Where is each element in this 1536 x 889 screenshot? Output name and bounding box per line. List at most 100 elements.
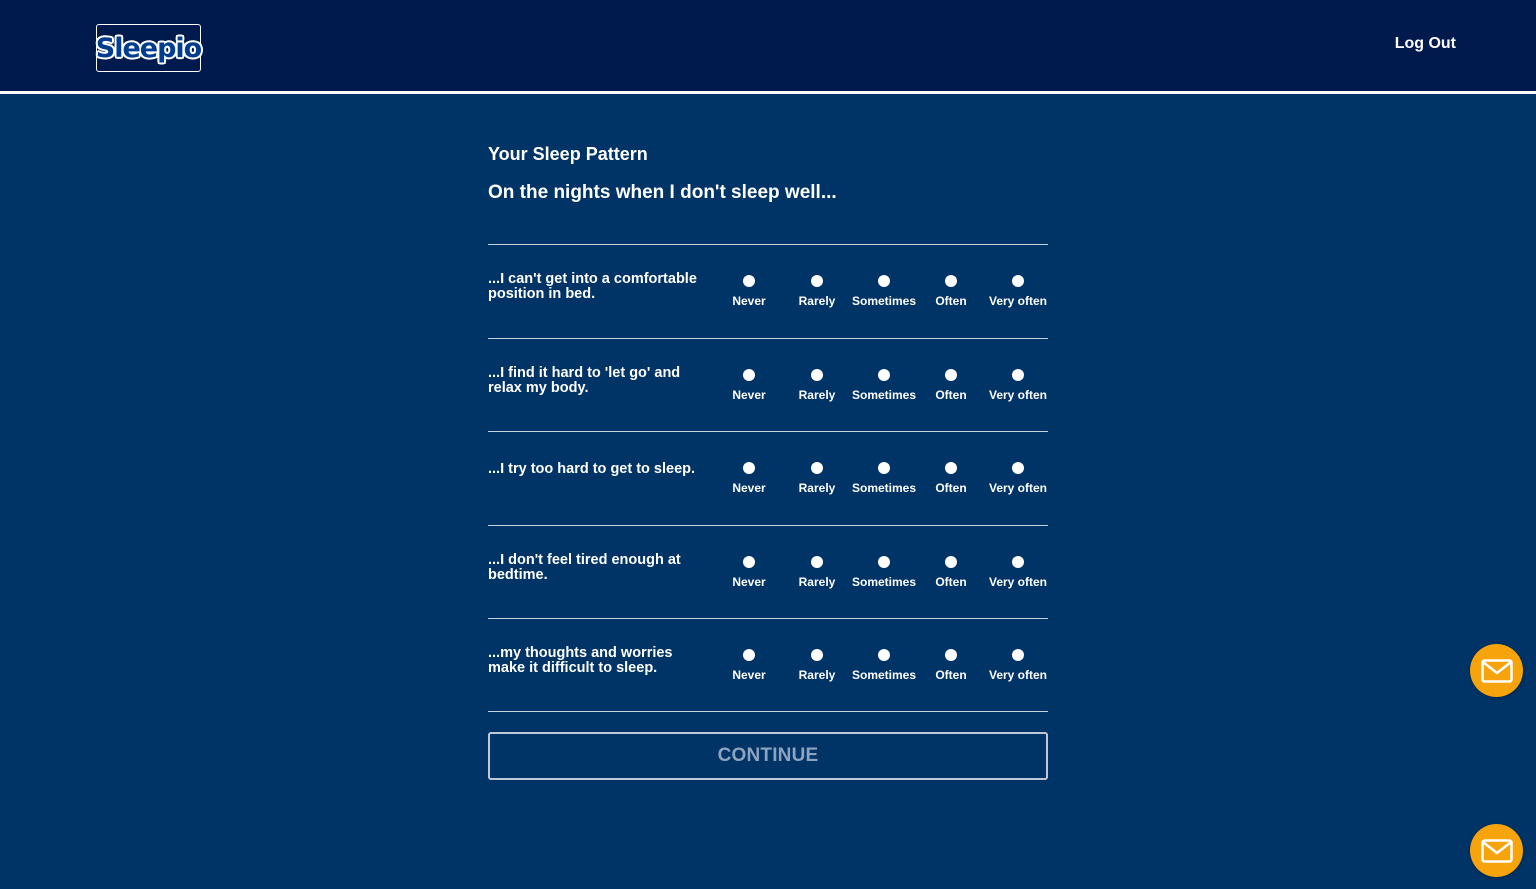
- radio-button[interactable]: [878, 649, 890, 661]
- option-often[interactable]: Often: [914, 275, 988, 315]
- envelope-icon: [1480, 838, 1513, 863]
- option-label: Sometimes: [851, 574, 917, 589]
- option-never[interactable]: Never: [712, 275, 786, 315]
- option-label: Sometimes: [851, 481, 917, 495]
- radio-button[interactable]: [1012, 555, 1024, 568]
- continue-button[interactable]: CONTINUE: [488, 732, 1048, 780]
- option-very-often[interactable]: Very often: [981, 649, 1055, 689]
- option-label: Never: [732, 387, 766, 402]
- question-intro: On the nights when I don't sleep well...: [488, 182, 837, 203]
- question-statement: ...I find it hard to 'let go' and relax …: [488, 364, 681, 396]
- message-button[interactable]: [1470, 644, 1523, 697]
- option-label: Very often: [988, 481, 1048, 495]
- option-label: Very often: [988, 668, 1048, 682]
- radio-button[interactable]: [1012, 368, 1024, 381]
- radio-button[interactable]: [945, 462, 957, 474]
- option-rarely[interactable]: Rarely: [780, 649, 854, 689]
- radio-button[interactable]: [945, 555, 957, 568]
- radio-button[interactable]: [878, 555, 890, 568]
- message-button-secondary[interactable]: [1470, 824, 1523, 877]
- radio-button[interactable]: [743, 275, 755, 287]
- option-very-often[interactable]: Very often: [981, 368, 1055, 409]
- option-label: Often: [935, 668, 967, 682]
- radio-button[interactable]: [1012, 649, 1024, 661]
- radio-button[interactable]: [811, 275, 823, 287]
- question-statement: ...I don't feel tired enough at bedtime.: [488, 551, 681, 583]
- radio-button[interactable]: [811, 462, 823, 474]
- option-label: Never: [732, 668, 766, 682]
- option-label: Never: [732, 481, 766, 495]
- radio-button[interactable]: [811, 368, 823, 381]
- top-header: Sleepio Log Out: [0, 0, 1536, 91]
- radio-button[interactable]: [811, 555, 823, 568]
- radio-button[interactable]: [1012, 275, 1024, 287]
- option-label: Rarely: [798, 294, 836, 308]
- option-often[interactable]: Often: [914, 555, 988, 596]
- answer-options: Never Rarely Sometimes Often Very often: [712, 368, 1055, 409]
- question-row: ...I can't get into a comfortable positi…: [488, 244, 1048, 338]
- option-sometimes[interactable]: Sometimes: [847, 275, 921, 315]
- answer-options: Never Rarely Sometimes Often Very often: [712, 649, 1052, 689]
- radio-button[interactable]: [878, 368, 890, 381]
- option-label: Often: [935, 574, 967, 589]
- option-never[interactable]: Never: [712, 555, 786, 596]
- radio-button[interactable]: [811, 649, 823, 661]
- option-label: Sometimes: [851, 387, 917, 402]
- option-label: Sometimes: [851, 668, 917, 682]
- radio-button[interactable]: [945, 275, 957, 287]
- option-label: Often: [935, 481, 967, 495]
- option-label: Never: [732, 574, 766, 589]
- radio-button[interactable]: [1012, 462, 1024, 474]
- option-label: Rarely: [798, 668, 836, 682]
- answer-options: Never Rarely Sometimes Often Very often: [712, 462, 1052, 502]
- question-row: ...I don't feel tired enough at bedtime.…: [488, 524, 1048, 619]
- option-very-often[interactable]: Very often: [981, 555, 1055, 596]
- radio-button[interactable]: [945, 368, 957, 381]
- option-often[interactable]: Often: [914, 462, 988, 502]
- question-row: ...I try too hard to get to sleep. Never…: [488, 431, 1048, 525]
- option-label: Very often: [988, 574, 1048, 589]
- option-label: Often: [935, 387, 967, 402]
- option-label: Very often: [988, 387, 1048, 402]
- option-sometimes[interactable]: Sometimes: [847, 649, 921, 689]
- option-rarely[interactable]: Rarely: [780, 462, 854, 502]
- option-sometimes[interactable]: Sometimes: [847, 462, 921, 502]
- radio-button[interactable]: [743, 462, 755, 474]
- option-sometimes[interactable]: Sometimes: [847, 555, 921, 596]
- option-never[interactable]: Never: [712, 462, 786, 502]
- radio-button[interactable]: [743, 649, 755, 661]
- option-often[interactable]: Often: [914, 649, 988, 689]
- envelope-icon: [1480, 658, 1513, 683]
- radio-button[interactable]: [743, 555, 755, 568]
- option-rarely[interactable]: Rarely: [780, 368, 854, 409]
- option-label: Sometimes: [851, 294, 917, 308]
- header-divider: [0, 91, 1536, 94]
- radio-button[interactable]: [878, 462, 890, 474]
- option-rarely[interactable]: Rarely: [780, 275, 854, 315]
- question-statement: ...I try too hard to get to sleep.: [488, 461, 696, 477]
- radio-button[interactable]: [743, 368, 755, 381]
- option-never[interactable]: Never: [712, 368, 786, 409]
- sleepio-logo[interactable]: Sleepio: [95, 24, 202, 72]
- option-never[interactable]: Never: [712, 649, 786, 689]
- option-often[interactable]: Often: [914, 368, 988, 409]
- question-row: ...my thoughts and worries make it diffi…: [488, 618, 1048, 712]
- option-label: Often: [935, 294, 967, 308]
- section-title: Your Sleep Pattern: [488, 144, 648, 164]
- radio-button[interactable]: [878, 275, 890, 287]
- question-statement: ...I can't get into a comfortable positi…: [488, 271, 697, 302]
- radio-button[interactable]: [945, 649, 957, 661]
- question-row: ...I find it hard to 'let go' and relax …: [488, 337, 1048, 432]
- question-list: ...I can't get into a comfortable positi…: [488, 244, 1048, 712]
- option-label: Rarely: [798, 574, 836, 589]
- option-label: Rarely: [798, 387, 836, 402]
- logo-text: Sleepio: [95, 32, 202, 64]
- logout-link[interactable]: Log Out: [1395, 35, 1456, 53]
- option-sometimes[interactable]: Sometimes: [847, 368, 921, 409]
- option-very-often[interactable]: Very often: [981, 275, 1055, 315]
- option-label: Rarely: [798, 481, 836, 495]
- answer-options: Never Rarely Sometimes Often Very often: [712, 275, 1052, 315]
- option-very-often[interactable]: Very often: [981, 462, 1055, 502]
- option-rarely[interactable]: Rarely: [780, 555, 854, 596]
- question-statement: ...my thoughts and worries make it diffi…: [488, 645, 673, 676]
